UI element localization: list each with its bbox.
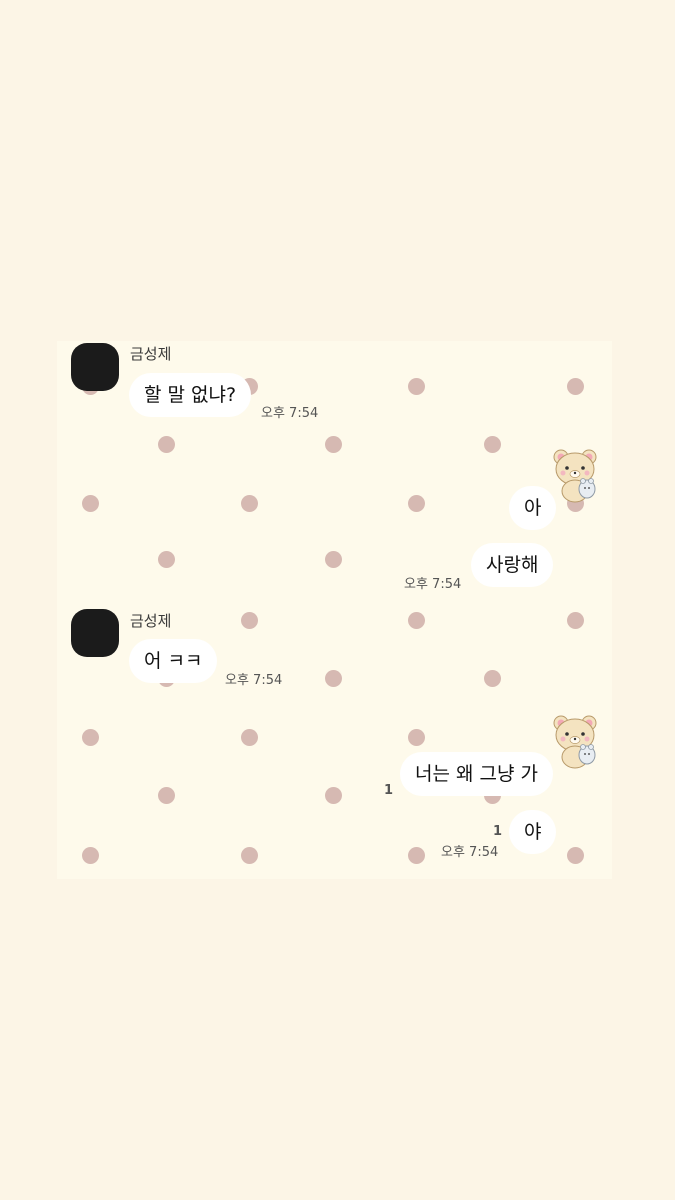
polka-dot <box>325 670 342 687</box>
message-bubble[interactable]: 어 ㅋㅋ <box>129 639 218 683</box>
polka-dot <box>408 729 425 746</box>
message-bubble[interactable]: 너는 왜 그냥 가 <box>400 752 553 796</box>
polka-dot <box>158 787 175 804</box>
sender-name: 금성제 <box>130 612 172 630</box>
polka-dot <box>325 436 342 453</box>
message-time: 오후 7:54 <box>261 406 319 421</box>
polka-dot <box>325 787 342 804</box>
polka-dot <box>82 729 99 746</box>
message-bubble[interactable]: 할 말 없냐? <box>129 373 252 417</box>
polka-dot <box>82 847 99 864</box>
polka-dot <box>567 612 584 629</box>
message-time: 오후 7:54 <box>225 673 283 688</box>
polka-dot <box>241 612 258 629</box>
polka-dot <box>241 495 258 512</box>
message-bubble[interactable]: 아 <box>509 486 557 530</box>
polka-dot <box>408 847 425 864</box>
polka-dot <box>567 847 584 864</box>
message-bubble[interactable]: 야 <box>509 810 557 854</box>
polka-dot <box>241 729 258 746</box>
polka-dot <box>241 847 258 864</box>
message-time: 오후 7:54 <box>404 577 462 592</box>
polka-dot <box>408 495 425 512</box>
polka-dot <box>325 551 342 568</box>
unread-count: 1 <box>493 824 503 839</box>
bear-sticker-icon <box>553 449 597 503</box>
message-bubble[interactable]: 사랑해 <box>471 543 554 587</box>
unread-count: 1 <box>384 783 394 798</box>
polka-dot <box>567 378 584 395</box>
polka-dot <box>408 378 425 395</box>
bear-sticker-icon <box>553 715 597 769</box>
polka-dot <box>408 612 425 629</box>
avatar[interactable] <box>71 609 119 657</box>
sender-name: 금성제 <box>130 345 172 363</box>
polka-dot <box>82 495 99 512</box>
polka-dot <box>158 551 175 568</box>
polka-dot <box>158 436 175 453</box>
polka-dot <box>484 670 501 687</box>
avatar[interactable] <box>71 343 119 391</box>
message-time: 오후 7:54 <box>441 845 499 860</box>
chat-panel: 금성제 할 말 없냐? 오후 7:54 아 사랑해 오후 7:54 금성제 어 … <box>57 341 612 879</box>
polka-dot <box>484 436 501 453</box>
